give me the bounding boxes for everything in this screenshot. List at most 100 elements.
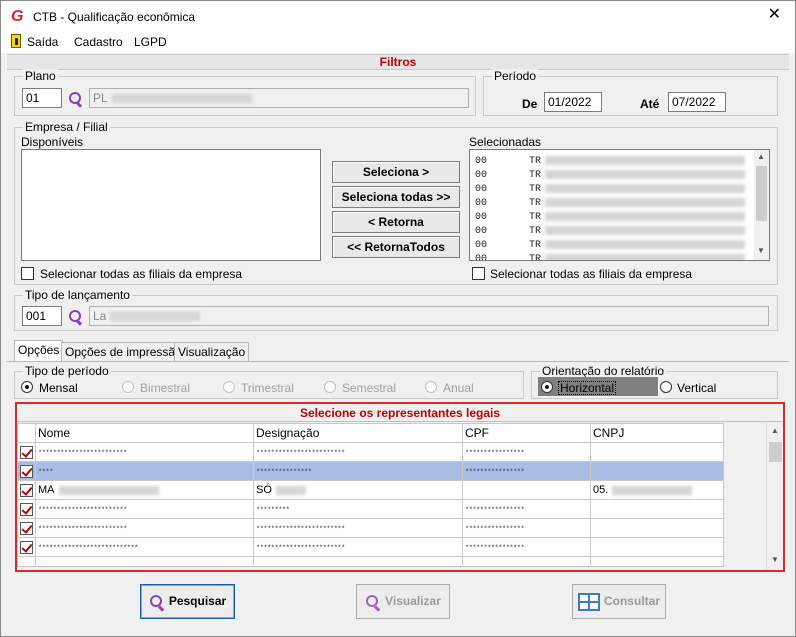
disponiveis-label: Disponíveis	[21, 135, 84, 149]
radio-vertical[interactable]	[660, 381, 672, 393]
disponiveis-list[interactable]	[21, 149, 321, 261]
cell-designacao: SÓ	[253, 480, 463, 500]
column-header-nome[interactable]: Nome	[35, 423, 254, 443]
selecionadas-item[interactable]: 00 TR	[475, 211, 746, 225]
table-row-empty	[17, 556, 724, 567]
column-header-cpf[interactable]: CPF	[462, 423, 591, 443]
row-checkbox[interactable]	[20, 446, 33, 459]
table-row[interactable]: MA SÓ 05.	[17, 480, 724, 500]
row-check-cell	[17, 499, 36, 519]
grid-scrollbar[interactable]: ▲ ▼	[766, 423, 783, 570]
tipo-lancamento-search-icon[interactable]	[68, 309, 82, 323]
selecionadas-item[interactable]: 00 TR	[475, 197, 746, 211]
periodo-de-input[interactable]: 01/2022	[544, 92, 602, 112]
radio-vertical-label: Vertical	[677, 381, 717, 395]
periodo-ate-input[interactable]: 07/2022	[668, 92, 726, 112]
visualizar-button[interactable]: Visualizar	[356, 584, 450, 619]
selecionadas-scrollbar[interactable]: ▲ ▼	[754, 150, 769, 260]
selecionadas-item[interactable]: 00 TR	[475, 183, 746, 197]
row-check-cell	[17, 461, 36, 481]
radio-horizontal-label: Horizontal	[558, 381, 617, 395]
row-check-cell	[17, 537, 36, 557]
column-header-cnpj[interactable]: CNPJ	[590, 423, 724, 443]
cell-nome: ***************************	[35, 537, 254, 557]
scroll-thumb[interactable]	[756, 166, 767, 221]
periodo-group: Período De 01/2022 Até 07/2022	[483, 69, 778, 116]
selecionadas-list[interactable]: 00 TR 00 TR 00 TR 00 TR 00 TR 00 TR 00 TR 00 TR…	[469, 149, 770, 261]
table-row[interactable]: **** *************** ****************	[17, 461, 724, 481]
cell-cpf: ****************	[462, 518, 591, 538]
row-checkbox[interactable]	[20, 484, 33, 497]
row-checkbox[interactable]	[20, 522, 33, 535]
column-header-designacao[interactable]: Designação	[253, 423, 463, 443]
cell-nome: ************************	[35, 442, 254, 462]
radio-mensal[interactable]	[21, 381, 33, 393]
empresa-label: Empresa / Filial	[23, 120, 110, 134]
select-all-right-label: Selecionar todas as filiais da empresa	[490, 267, 693, 281]
filters-header: Filtros	[7, 54, 789, 70]
selecionadas-item[interactable]: 00 TR	[475, 253, 746, 260]
tab-opcoes-impressao[interactable]: Opções de impressão	[61, 342, 186, 362]
grid-scroll-thumb[interactable]	[769, 442, 782, 462]
retorna-todos-button[interactable]: << RetornaTodos	[332, 236, 460, 258]
cell-cpf	[462, 480, 591, 500]
radio-anual[interactable]	[425, 381, 437, 393]
cell-nome: ************************	[35, 518, 254, 538]
plano-code-input[interactable]: 01	[22, 88, 62, 108]
selecionadas-item[interactable]: 00 TR	[475, 225, 746, 239]
seleciona-button[interactable]: Seleciona >	[332, 161, 460, 183]
exit-door-icon	[11, 34, 21, 48]
table-row[interactable]: ****************************************…	[17, 442, 724, 462]
tipo-lancamento-code-input[interactable]: 001	[22, 306, 62, 326]
close-icon[interactable]: ✕	[768, 7, 781, 23]
cell-cnpj: 05.	[590, 480, 724, 500]
menu-cadastro[interactable]: Cadastro	[74, 35, 123, 49]
row-checkbox[interactable]	[20, 541, 33, 554]
grid-scroll-up-icon[interactable]: ▲	[771, 426, 779, 435]
radio-bimestral-label: Bimestral	[140, 381, 191, 395]
row-check-cell	[17, 518, 36, 538]
consultar-button[interactable]: Consultar	[572, 584, 666, 619]
radio-semestral[interactable]	[324, 381, 336, 393]
radio-bimestral[interactable]	[122, 381, 134, 393]
menu-lgpd[interactable]: LGPD	[134, 35, 167, 49]
pesquisar-button[interactable]: Pesquisar	[140, 584, 235, 619]
select-all-right-checkbox[interactable]	[472, 267, 485, 280]
grid-scroll-down-icon[interactable]: ▼	[771, 555, 779, 564]
orientacao-group: Orientação do relatório Horizontal Verti…	[531, 364, 778, 399]
menu-saida[interactable]: Saída	[27, 35, 58, 49]
table-row[interactable]: ****************************************…	[17, 518, 724, 538]
radio-trimestral[interactable]	[223, 381, 235, 393]
selecionadas-item[interactable]: 00 TR	[475, 169, 746, 183]
selecionadas-item[interactable]: 00 TR	[475, 155, 746, 169]
empresa-group: Empresa / Filial Disponíveis Seleciona >…	[14, 120, 778, 285]
radio-trimestral-label: Trimestral	[241, 381, 294, 395]
table-grid-icon	[577, 592, 600, 611]
radio-anual-label: Anual	[443, 381, 474, 395]
row-checkbox[interactable]	[20, 465, 33, 478]
cell-designacao: ************************	[253, 442, 463, 462]
de-label: De	[522, 97, 538, 111]
visualizar-label: Visualizar	[385, 594, 441, 608]
table-row[interactable]: ****************************************…	[17, 537, 724, 557]
table-row[interactable]: ****************************************…	[17, 499, 724, 519]
seleciona-todas-button[interactable]: Seleciona todas >>	[332, 186, 460, 208]
cell-designacao: ***************	[253, 461, 463, 481]
select-all-left-checkbox[interactable]	[21, 267, 34, 280]
cell-designacao: ************************	[253, 518, 463, 538]
radio-horizontal[interactable]	[541, 381, 553, 393]
scroll-up-icon[interactable]: ▲	[757, 152, 765, 161]
tab-opcoes[interactable]: Opções	[14, 340, 64, 362]
plano-search-icon[interactable]	[68, 91, 82, 105]
cell-cpf: ****************	[462, 537, 591, 557]
cell-nome: MA	[35, 480, 254, 500]
tab-visualizacao[interactable]: Visualização	[174, 342, 250, 362]
scroll-down-icon[interactable]: ▼	[757, 246, 765, 255]
retorna-button[interactable]: < Retorna	[332, 211, 460, 233]
row-check-cell	[17, 442, 36, 462]
cell-nome: ****	[35, 461, 254, 481]
radio-semestral-label: Semestral	[342, 381, 397, 395]
row-checkbox[interactable]	[20, 503, 33, 516]
selecionadas-item[interactable]: 00 TR	[475, 239, 746, 253]
cell-cnpj	[590, 442, 724, 462]
